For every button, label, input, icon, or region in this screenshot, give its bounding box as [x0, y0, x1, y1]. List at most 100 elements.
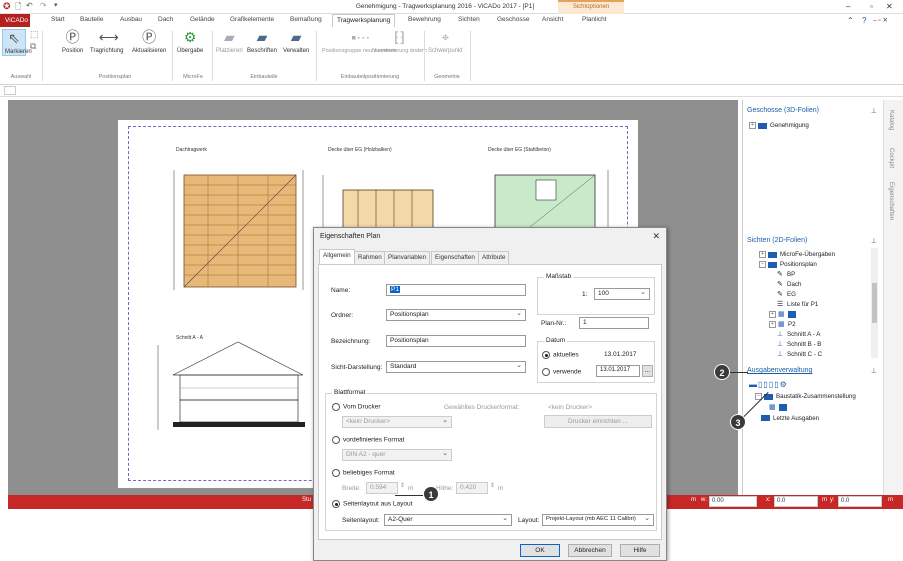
tab-sichten[interactable]: Sichten	[458, 16, 480, 23]
close-icon[interactable]: ✕	[652, 231, 660, 242]
hilfe-button[interactable]: Hilfe	[620, 544, 660, 557]
tree-item-p2[interactable]: + ▦ P2	[769, 321, 796, 328]
pin-icon[interactable]: ⊥	[871, 237, 877, 245]
tab-start[interactable]: Start	[51, 16, 65, 23]
input-box[interactable]	[4, 86, 16, 95]
beliebiges-radio[interactable]	[332, 469, 340, 477]
seitenlayout-option[interactable]: Seitenlayout aus Layout	[332, 500, 412, 508]
format-select[interactable]: DIN A2 - quer	[342, 449, 452, 461]
markieren-button[interactable]: ⇖ Markieren	[2, 29, 32, 56]
tab-eigenschaften[interactable]: Eigenschaften	[431, 251, 479, 264]
verwende-radio[interactable]	[542, 368, 550, 376]
status-y-field[interactable]: 0.0	[838, 496, 882, 507]
maximize-icon[interactable]: ▫	[870, 2, 873, 11]
tab-allgemein[interactable]: Allgemein	[319, 249, 355, 264]
tree-item-schnitt-b[interactable]: ⊥ Schnitt B - B	[777, 341, 821, 348]
restore-document-icon[interactable]: – ▫ ✕	[873, 16, 888, 24]
undo-icon[interactable]: ↶	[26, 1, 33, 10]
tree-item-dach[interactable]: ✎ Dach	[777, 281, 801, 288]
save-icon[interactable]: 🗋	[15, 1, 21, 15]
side-tab-cockpit[interactable]: Cockpit	[888, 148, 894, 168]
seitenlayout-radio[interactable]	[332, 500, 340, 508]
verwende-date-field[interactable]: 13.01.2017	[596, 365, 640, 377]
scrollbar-thumb[interactable]	[872, 283, 877, 323]
expand-icon[interactable]: +	[749, 122, 756, 129]
quick-access-dropdown-icon[interactable]: ▾	[54, 1, 58, 9]
help-icon[interactable]: ?	[862, 16, 866, 25]
vordefiniertes-radio[interactable]	[332, 436, 340, 444]
name-field[interactable]: P1	[386, 284, 526, 296]
side-tab-katalog[interactable]: Katalog	[888, 110, 894, 130]
tab-bewehrung[interactable]: Bewehrung	[408, 16, 441, 23]
tab-planvariablen[interactable]: Planvariablen	[384, 251, 431, 264]
collapse-icon[interactable]: −	[759, 261, 766, 268]
tab-geschosse[interactable]: Geschosse	[497, 16, 530, 23]
tab-gelaende[interactable]: Gelände	[190, 16, 215, 23]
verwende-option[interactable]: verwende	[542, 368, 581, 376]
expand-icon[interactable]: +	[769, 321, 776, 328]
close-icon[interactable]: ✕	[886, 2, 893, 11]
date-picker-button[interactable]: ...	[642, 365, 653, 377]
scrollbar[interactable]	[871, 248, 878, 358]
bezeichnung-field[interactable]: Positionsplan	[386, 335, 526, 347]
tab-tragwerksplanung[interactable]: Tragwerksplanung	[332, 14, 396, 27]
tab-planlicht[interactable]: Planlicht	[582, 16, 607, 23]
status-x-field[interactable]: 0.0	[774, 496, 818, 507]
select-filter-icon[interactable]: ⧉	[30, 41, 36, 52]
tab-ansicht[interactable]: Ansicht	[542, 16, 563, 23]
beschriften-button[interactable]: ▰ Beschriften	[247, 29, 277, 54]
tree-item-liste[interactable]: ☰ Liste für P1	[777, 301, 818, 308]
hoehe-field[interactable]: 0.420	[456, 482, 488, 494]
tab-grafikelemente[interactable]: Grafikelemente	[230, 16, 274, 23]
tab-vicado[interactable]: ViCADo	[0, 14, 30, 27]
nummerierung-button[interactable]: ⁅⁆ Nummerierung ändern	[372, 29, 427, 54]
tree-item-output[interactable]: ▦	[769, 404, 787, 411]
layout-select[interactable]: Projekt-Layout (mb AEC 11 Calibri)	[542, 514, 654, 526]
drucker-einrichten-button[interactable]: Drucker einrichten ...	[544, 415, 652, 428]
tree-item-schnitt-a[interactable]: ⊥ Schnitt A - A	[777, 331, 820, 338]
tab-bemassung[interactable]: Bemaßung	[290, 16, 322, 23]
tree-item-microfe[interactable]: + MicroFe-Übergaben	[759, 251, 835, 258]
tree-item-letzte-ausgaben[interactable]: Letzte Ausgaben	[761, 415, 819, 422]
pin-icon[interactable]: ⊥	[871, 107, 877, 115]
ordner-select[interactable]: Positionsplan	[386, 309, 526, 321]
settings-icon[interactable]: ⚙	[780, 380, 788, 389]
breite-spinner-icon[interactable]: ⇕	[400, 482, 405, 489]
aktualisieren-button[interactable]: Ⓟ Aktualisieren	[132, 29, 166, 54]
tree-item-genehmigung[interactable]: + Genehmigung	[749, 122, 809, 129]
vom-drucker-radio[interactable]	[332, 403, 340, 411]
pin-icon[interactable]: ⊥	[871, 367, 877, 375]
aktuelles-option[interactable]: aktuelles	[542, 351, 579, 359]
uebergabe-button[interactable]: ⚙ Übergabe	[177, 29, 203, 54]
expand-icon[interactable]: +	[759, 251, 766, 258]
expand-icon[interactable]: +	[769, 311, 776, 318]
minimize-icon[interactable]: –	[846, 2, 850, 11]
seitenlayout-select[interactable]: A2-Quer	[384, 514, 512, 526]
abbrechen-button[interactable]: Abbrechen	[568, 544, 612, 557]
status-w-field[interactable]: 0.00	[709, 496, 757, 507]
select-mode-icon[interactable]: ⬚	[30, 29, 39, 40]
platzieren-button[interactable]: ▰ Platzieren	[216, 29, 243, 54]
tree-item-baustatik[interactable]: − Baustatik-Zusammenstellung	[755, 393, 856, 400]
tab-bauteile[interactable]: Bauteile	[80, 16, 104, 23]
hoehe-spinner-icon[interactable]: ⇕	[490, 482, 495, 489]
massstab-select[interactable]: 100	[594, 288, 650, 300]
sicht-select[interactable]: Standard	[386, 361, 526, 373]
tab-attribute[interactable]: Attribute	[478, 251, 510, 264]
tab-ausbau[interactable]: Ausbau	[120, 16, 142, 23]
tragrichtung-button[interactable]: ⟷ Tragrichtung	[90, 29, 123, 54]
vordefiniertes-option[interactable]: vordefiniertes Format	[332, 436, 404, 444]
tree-item-positionsplan[interactable]: − Positionsplan	[759, 261, 817, 268]
drucker-select[interactable]: <kein Drucker>	[342, 416, 452, 428]
verwalten-button[interactable]: ▰ Verwalten	[283, 29, 309, 54]
tree-item-schnitt-c[interactable]: ⊥ Schnitt C - C	[777, 351, 822, 358]
plannr-field[interactable]: 1	[579, 317, 649, 329]
schwerpunkt-button[interactable]: ⌖ Schwerpunkt	[428, 29, 463, 54]
tree-item-bp[interactable]: ✎ BP	[777, 271, 795, 278]
ok-button[interactable]: OK	[520, 544, 560, 557]
collapse-ribbon-icon[interactable]: ⌃	[847, 16, 854, 25]
aktuelles-radio[interactable]	[542, 351, 550, 359]
redo-icon[interactable]: ↷	[40, 1, 47, 10]
position-button[interactable]: Ⓟ Position	[62, 29, 83, 54]
breite-field[interactable]: 0.594	[366, 482, 398, 494]
